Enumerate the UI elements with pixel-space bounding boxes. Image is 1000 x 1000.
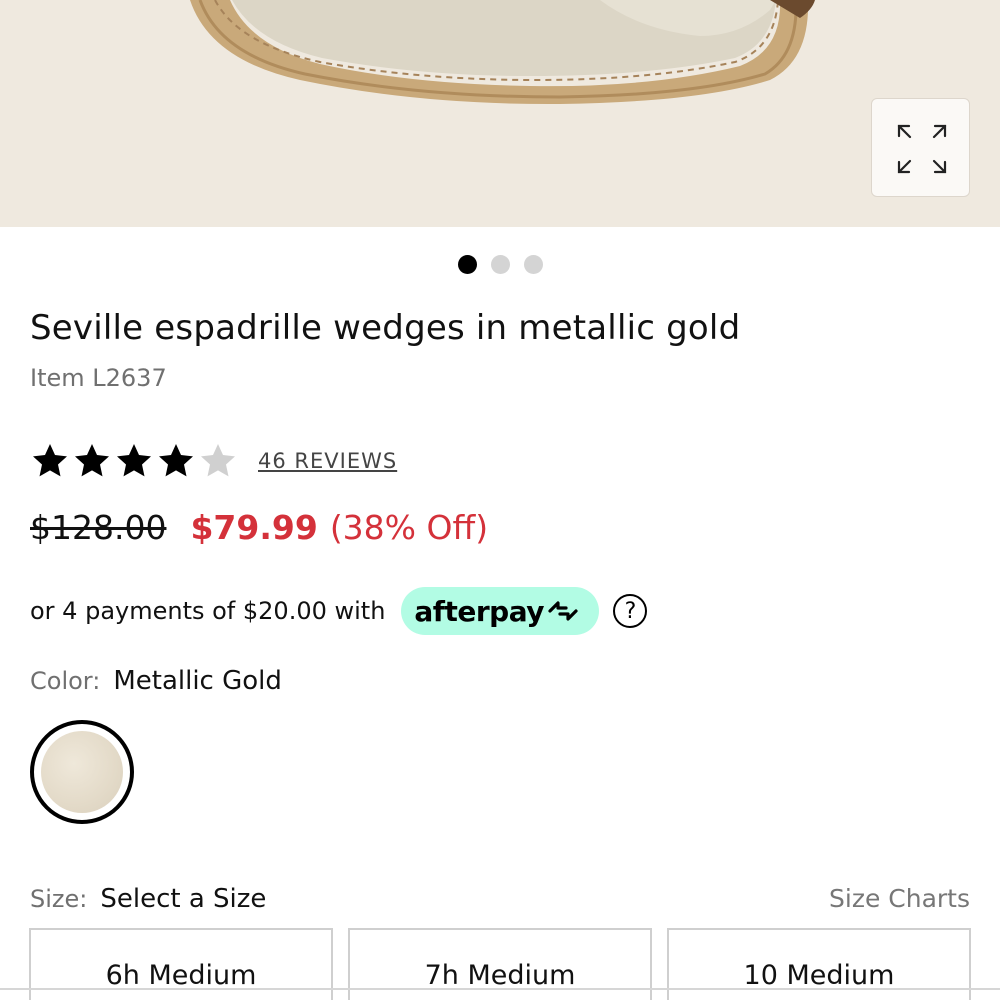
rating: 46 REVIEWS: [30, 441, 397, 481]
swatch-fill: [41, 731, 123, 813]
color-selector: Color: Metallic Gold: [30, 666, 282, 696]
afterpay-logo-icon: [548, 601, 578, 621]
star-filled-icon: [117, 444, 151, 477]
help-icon[interactable]: ?: [613, 594, 648, 628]
afterpay-badge[interactable]: afterpay: [401, 587, 600, 635]
afterpay-row: or 4 payments of $20.00 with afterpay ?: [30, 587, 648, 635]
discount-percent: (38% Off): [329, 508, 489, 547]
reviews-link[interactable]: 46 REVIEWS: [258, 449, 397, 473]
star-filled-icon: [75, 444, 109, 477]
star-filled-icon: [159, 444, 193, 477]
star-filled-icon: [33, 444, 67, 477]
carousel-dot-2[interactable]: [491, 255, 510, 274]
afterpay-brand: afterpay: [414, 594, 544, 628]
product-image[interactable]: [0, 0, 1000, 227]
carousel-dot-3[interactable]: [524, 255, 543, 274]
expand-icon: [897, 124, 947, 174]
original-price: $128.00: [30, 508, 167, 547]
color-label: Color:: [30, 667, 101, 695]
divider: [0, 988, 1000, 990]
carousel-dots: [458, 255, 543, 274]
size-label: Size:: [30, 885, 88, 913]
sale-price: $79.99: [190, 508, 318, 547]
star-empty-icon: [201, 444, 235, 477]
zoom-button[interactable]: [871, 98, 970, 197]
item-number: Item L2637: [30, 364, 167, 392]
carousel-dot-1[interactable]: [458, 255, 477, 274]
product-title: Seville espadrille wedges in metallic go…: [30, 308, 741, 348]
price: $128.00 $79.99 (38% Off): [30, 508, 488, 547]
color-value: Metallic Gold: [113, 666, 282, 696]
star-rating: [30, 441, 238, 481]
size-value: Select a Size: [100, 884, 267, 914]
size-charts-link[interactable]: Size Charts: [829, 884, 970, 913]
size-selector: Size: Select a Size Size Charts: [30, 884, 970, 914]
color-swatch-metallic-gold[interactable]: [30, 720, 134, 824]
afterpay-text: or 4 payments of $20.00 with: [30, 597, 386, 625]
espadrille-shoe-image: [190, 0, 815, 105]
